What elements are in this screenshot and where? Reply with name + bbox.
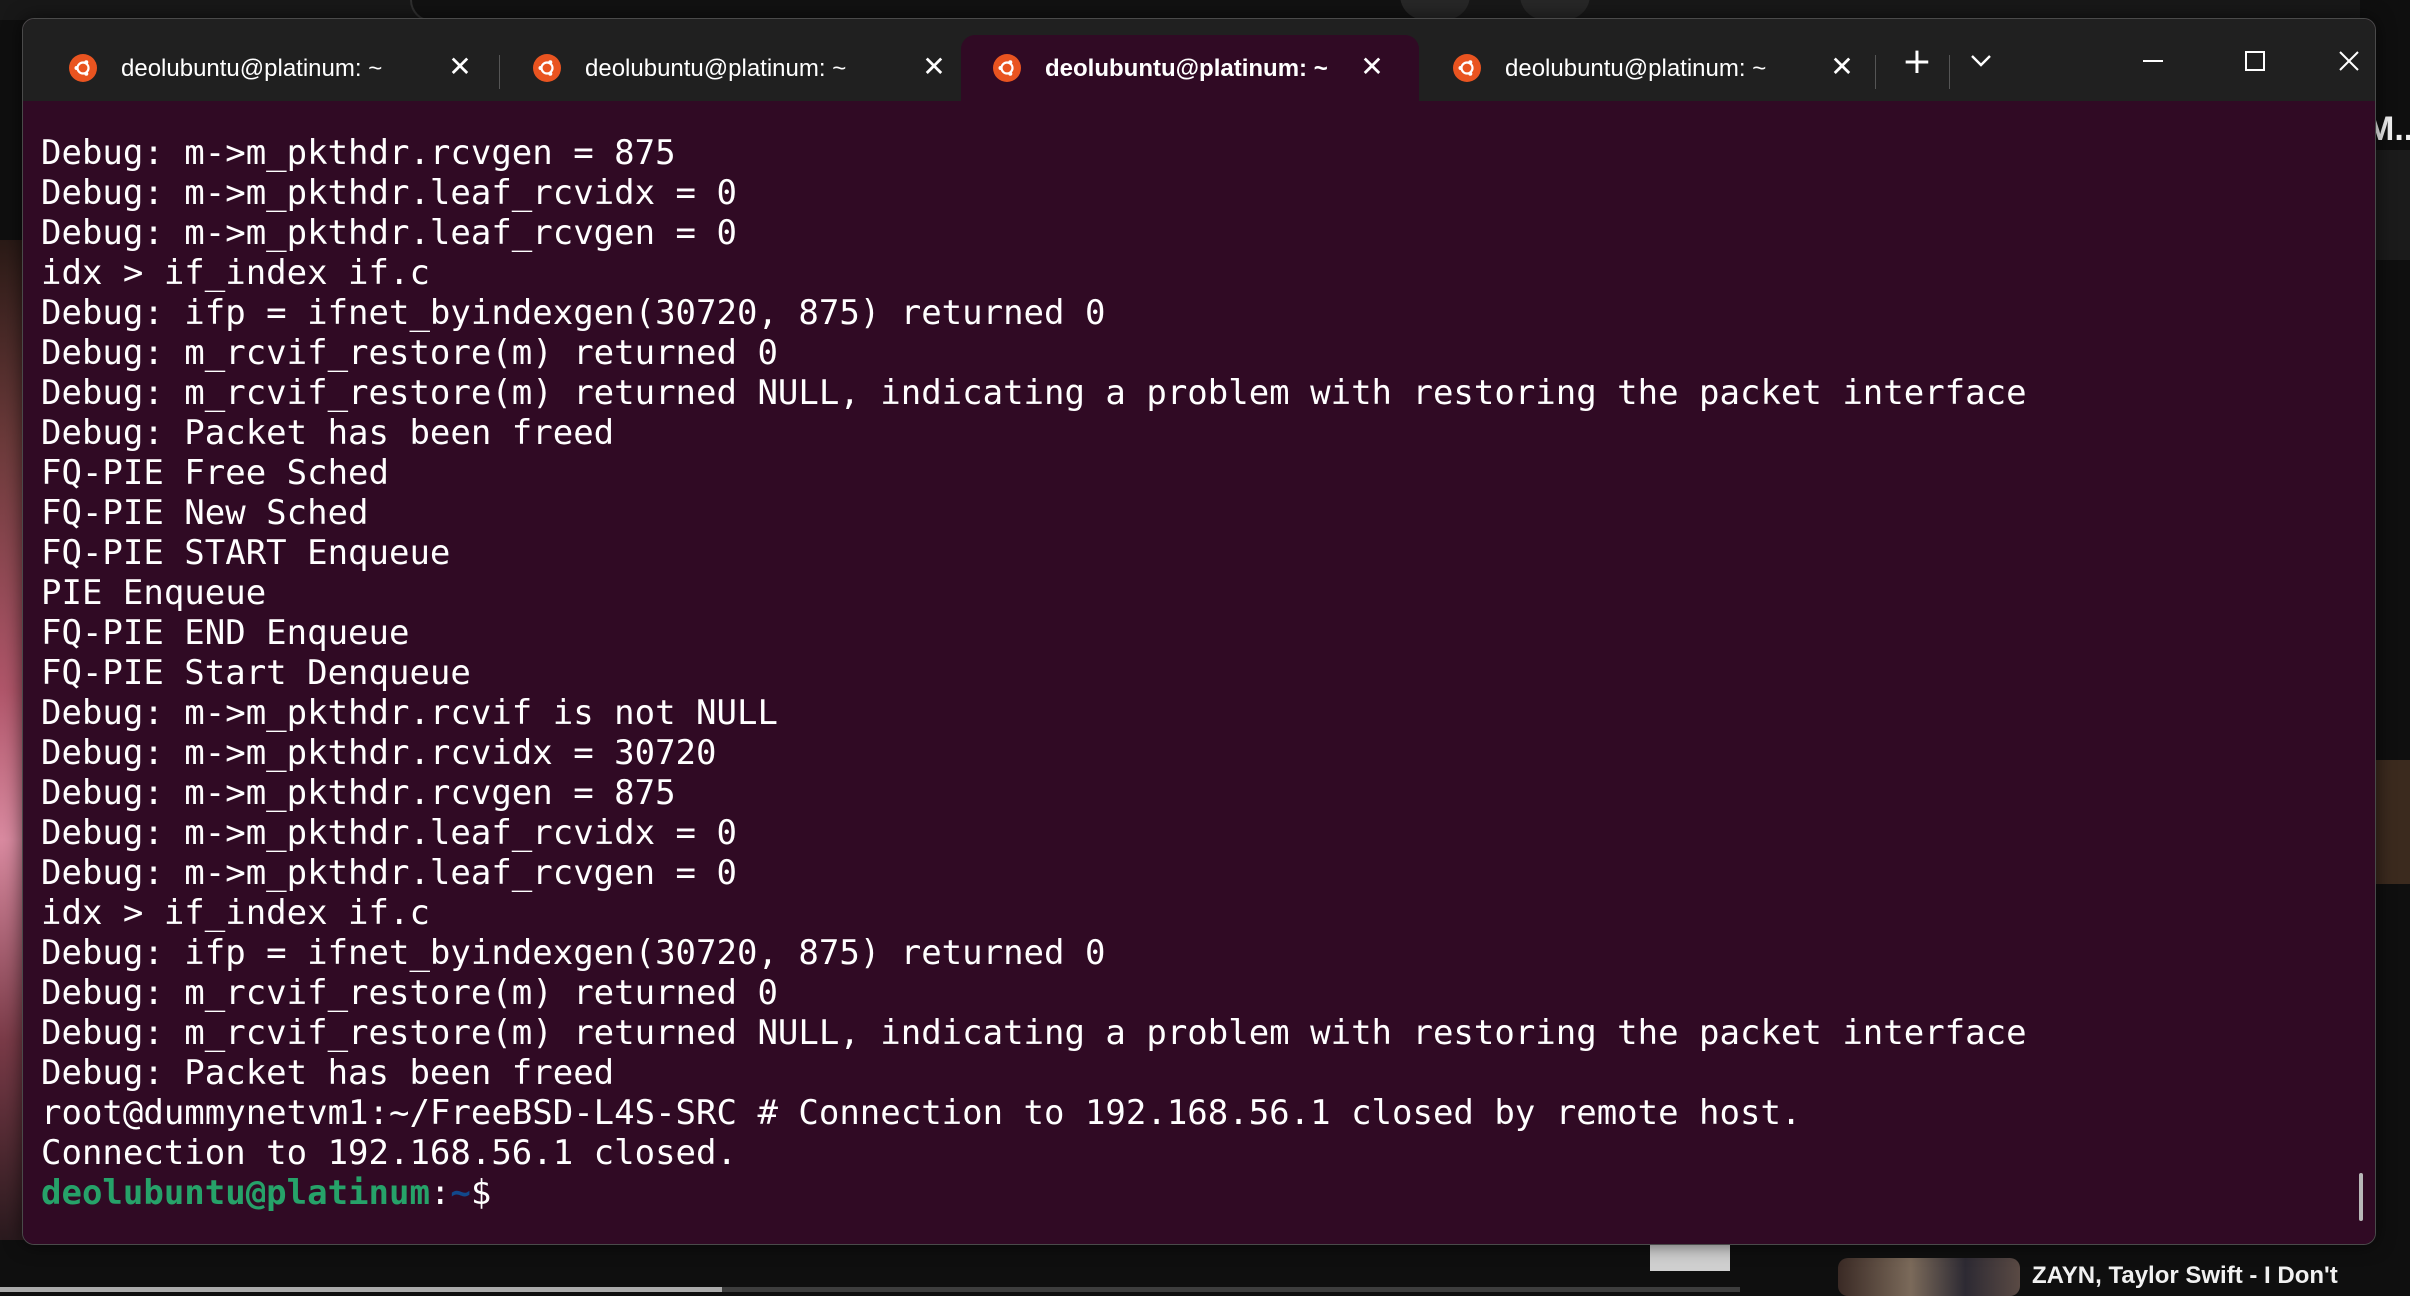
tab-label: deolubuntu@platinum: ~ [585, 55, 847, 82]
close-window-button[interactable] [2327, 39, 2371, 83]
prompt-user-host: deolubuntu@platinum [41, 1173, 430, 1213]
terminal-output[interactable]: Debug: m->m_pkthdr.rcvgen = 875 Debug: m-… [23, 101, 2375, 1244]
new-tab-button[interactable]: + [1895, 39, 1939, 83]
background-right-card [2372, 150, 2410, 260]
tab-label: deolubuntu@platinum: ~ [121, 55, 383, 82]
terminal-lines: Debug: m->m_pkthdr.rcvgen = 875 Debug: m-… [41, 133, 2027, 1213]
prompt-colon: : [429, 1173, 451, 1213]
terminal-window: deolubuntu@platinum: ~ ✕ deolubuntu@plat… [22, 18, 2376, 1245]
prompt-symbol: $ [470, 1173, 492, 1213]
tab-divider [1875, 55, 1876, 89]
background-right-thumbnail [2372, 760, 2410, 884]
terminal-line: Debug: Packet has been freed [41, 1053, 615, 1093]
terminal-line: Debug: m_rcvif_restore(m) returned NULL,… [41, 1013, 2027, 1053]
terminal-line: Debug: ifp = ifnet_byindexgen(30720, 875… [41, 933, 1106, 973]
close-icon[interactable]: ✕ [1357, 52, 1387, 82]
tab-dropdown-button[interactable] [1959, 39, 2003, 83]
terminal-line: idx > if_index if.c [41, 253, 430, 293]
terminal-line: Debug: m->m_pkthdr.leaf_rcvidx = 0 [41, 813, 737, 853]
terminal-line: Connection to 192.168.56.1 closed. [41, 1133, 737, 1173]
terminal-line: Debug: m->m_pkthdr.leaf_rcvgen = 0 [41, 213, 737, 253]
close-icon [2339, 51, 2359, 71]
terminal-line: FQ-PIE Free Sched [41, 453, 389, 493]
terminal-line: Debug: m->m_pkthdr.leaf_rcvidx = 0 [41, 173, 737, 213]
terminal-line: Debug: m->m_pkthdr.rcvgen = 875 [41, 133, 676, 173]
tab-4[interactable]: deolubuntu@platinum: ~ ✕ [1421, 35, 1879, 101]
terminal-line: FQ-PIE START Enqueue [41, 533, 451, 573]
terminal-line: Debug: m->m_pkthdr.rcvif is not NULL [41, 693, 778, 733]
tab-1[interactable]: deolubuntu@platinum: ~ ✕ [37, 35, 495, 101]
terminal-line: Debug: m_rcvif_restore(m) returned NULL,… [41, 373, 2027, 413]
tab-divider [1949, 55, 1950, 89]
chevron-down-icon [1971, 55, 1991, 67]
minimize-icon [2143, 60, 2163, 62]
terminal-line: Debug: m->m_pkthdr.rcvgen = 875 [41, 773, 676, 813]
tab-3-active[interactable]: deolubuntu@platinum: ~ ✕ [961, 35, 1419, 101]
ubuntu-icon [533, 54, 561, 82]
close-icon[interactable]: ✕ [919, 52, 949, 82]
tab-2[interactable]: deolubuntu@platinum: ~ ✕ [501, 35, 959, 101]
prompt-line: deolubuntu@platinum:~$ [41, 1173, 2027, 1213]
terminal-line: PIE Enqueue [41, 573, 267, 613]
terminal-line: Debug: ifp = ifnet_byindexgen(30720, 875… [41, 293, 1106, 333]
terminal-line: Debug: Packet has been freed [41, 413, 615, 453]
tab-divider [499, 55, 500, 89]
prompt-path: ~ [450, 1173, 471, 1213]
terminal-line: FQ-PIE New Sched [41, 493, 369, 533]
background-video-thumbnail [0, 240, 24, 1240]
maximize-icon [2245, 51, 2265, 71]
terminal-scrollbar[interactable] [2359, 1173, 2363, 1221]
terminal-line: Debug: m_rcvif_restore(m) returned 0 [41, 333, 778, 373]
terminal-line: root@dummynetvm1:~/FreeBSD-L4S-SRC # Con… [41, 1093, 1802, 1133]
minimize-button[interactable] [2131, 39, 2175, 83]
terminal-line: Debug: m_rcvif_restore(m) returned 0 [41, 973, 778, 1013]
close-icon[interactable]: ✕ [445, 52, 475, 82]
background-recommended-video-thumbnail[interactable] [1838, 1258, 2020, 1296]
tab-label: deolubuntu@platinum: ~ [1505, 55, 1767, 82]
background-progress-fill [0, 1287, 723, 1292]
terminal-line: FQ-PIE END Enqueue [41, 613, 410, 653]
background-recommended-video-title[interactable]: ZAYN, Taylor Swift - I Don't [2032, 1262, 2338, 1290]
maximize-button[interactable] [2233, 39, 2277, 83]
ubuntu-icon [993, 54, 1021, 82]
tab-label: deolubuntu@platinum: ~ [1045, 55, 1328, 82]
terminal-line: FQ-PIE Start Denqueue [41, 653, 471, 693]
terminal-line: Debug: m->m_pkthdr.rcvidx = 30720 [41, 733, 717, 773]
terminal-line: Debug: m->m_pkthdr.leaf_rcvgen = 0 [41, 853, 737, 893]
close-icon[interactable]: ✕ [1827, 52, 1857, 82]
ubuntu-icon [1453, 54, 1481, 82]
title-bar: deolubuntu@platinum: ~ ✕ deolubuntu@plat… [23, 19, 2375, 101]
background-mini-thumbnail [1650, 1243, 1730, 1271]
ubuntu-icon [69, 54, 97, 82]
terminal-line: idx > if_index if.c [41, 893, 430, 933]
